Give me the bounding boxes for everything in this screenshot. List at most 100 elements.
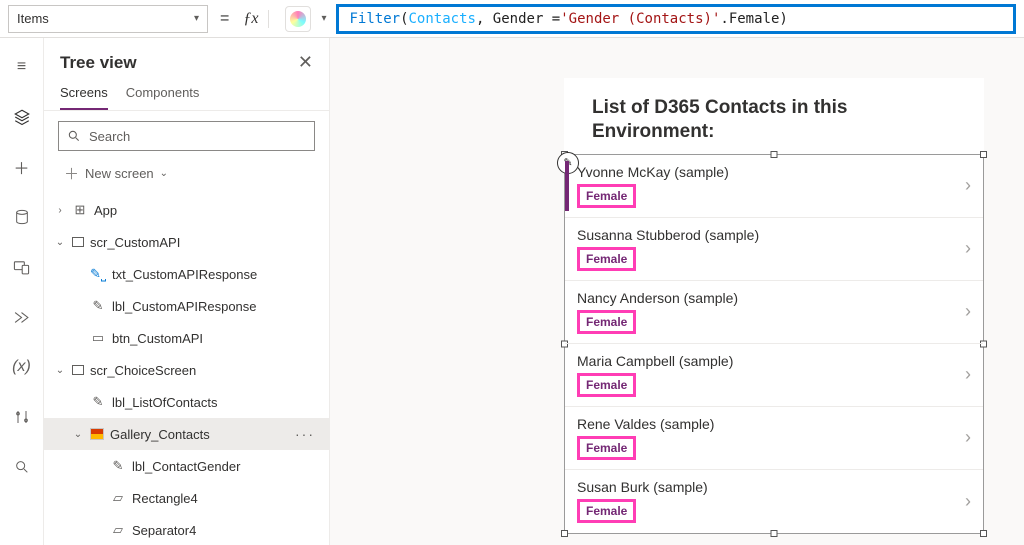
formula-arg1: Contacts bbox=[409, 11, 476, 27]
rail-advanced-tools[interactable] bbox=[0, 396, 44, 438]
selection-indicator-bar bbox=[565, 161, 569, 211]
rail-data[interactable] bbox=[0, 196, 44, 238]
label-icon: ✎ bbox=[90, 298, 106, 314]
chevron-down-icon: ⌄ bbox=[54, 237, 66, 248]
gallery-item[interactable]: Maria Campbell (sample) Female › bbox=[565, 344, 983, 407]
tree-label: Separator4 bbox=[132, 523, 196, 538]
search-placeholder: Search bbox=[89, 129, 130, 144]
gallery-item[interactable]: Rene Valdes (sample) Female › bbox=[565, 407, 983, 470]
chevron-down-icon: ⌄ bbox=[160, 168, 168, 179]
formula-string: 'Gender (Contacts)' bbox=[560, 11, 720, 27]
chevron-down-icon[interactable]: ▾ bbox=[321, 13, 326, 24]
gallery-contacts[interactable]: ✎ Yvonne McKay (sample) Female › Susanna… bbox=[564, 154, 984, 534]
tab-screens[interactable]: Screens bbox=[60, 85, 108, 110]
contact-name: Rene Valdes (sample) bbox=[577, 416, 965, 432]
gallery-item[interactable]: Susanna Stubberod (sample) Female › bbox=[565, 218, 983, 281]
chevron-right-icon: › bbox=[965, 238, 971, 259]
new-screen-button[interactable]: ＋ New screen ⌄ bbox=[44, 159, 329, 194]
label-icon: ✎ bbox=[110, 458, 126, 474]
gallery-item[interactable]: Yvonne McKay (sample) Female › bbox=[565, 155, 983, 218]
property-selector[interactable]: Items ▾ bbox=[8, 5, 208, 33]
textinput-icon: ✎⎵ bbox=[90, 266, 106, 282]
fx-icon[interactable]: ƒx bbox=[243, 10, 269, 28]
tree-label: Gallery_Contacts bbox=[110, 427, 210, 442]
contact-name: Susan Burk (sample) bbox=[577, 479, 965, 495]
tree-node-gallery-contacts[interactable]: ⌄ Gallery_Contacts ··· bbox=[44, 418, 329, 450]
separator-icon: ▱ bbox=[110, 522, 126, 538]
plus-icon: ＋ bbox=[64, 163, 79, 184]
app-preview: List of D365 Contacts in this Environmen… bbox=[564, 78, 984, 534]
rail-tree-view[interactable] bbox=[0, 96, 44, 138]
tab-components[interactable]: Components bbox=[126, 85, 200, 110]
tree-label: lbl_ListOfContacts bbox=[112, 395, 218, 410]
gallery-item[interactable]: Susan Burk (sample) Female › bbox=[565, 470, 983, 533]
equals-sign: = bbox=[220, 10, 229, 28]
contact-gender: Female bbox=[577, 499, 636, 523]
search-icon bbox=[14, 459, 30, 475]
chevron-right-icon: › bbox=[54, 205, 66, 216]
chevron-down-icon: ⌄ bbox=[54, 365, 66, 376]
tree-node-scr-customapi[interactable]: ⌄ scr_CustomAPI bbox=[44, 226, 329, 258]
tree-node-lbl-customapiresponse[interactable]: ✎ lbl_CustomAPIResponse bbox=[44, 290, 329, 322]
tree-label: App bbox=[94, 203, 117, 218]
rail-hamburger[interactable]: ≡ bbox=[0, 46, 44, 88]
tree-label: scr_CustomAPI bbox=[90, 235, 180, 250]
database-icon bbox=[14, 209, 30, 225]
formula-mid: , Gender = bbox=[476, 11, 560, 27]
tree-view-panel: Tree view ✕ Screens Components Search ＋ … bbox=[44, 38, 330, 545]
chevron-right-icon: › bbox=[965, 175, 971, 196]
canvas-area[interactable]: List of D365 Contacts in this Environmen… bbox=[330, 38, 1024, 545]
gallery-icon bbox=[90, 428, 104, 440]
rail-variables[interactable]: (x) bbox=[0, 346, 44, 388]
rectangle-icon: ▱ bbox=[110, 490, 126, 506]
flow-icon bbox=[13, 309, 30, 326]
formula-fn: Filter bbox=[349, 11, 400, 27]
rail-insert[interactable]: ＋ bbox=[0, 146, 44, 188]
chevron-right-icon: › bbox=[965, 364, 971, 385]
contact-name: Maria Campbell (sample) bbox=[577, 353, 965, 369]
rail-search[interactable] bbox=[0, 446, 44, 488]
search-icon bbox=[67, 129, 81, 143]
gallery-item[interactable]: Nancy Anderson (sample) Female › bbox=[565, 281, 983, 344]
tree-label: btn_CustomAPI bbox=[112, 331, 203, 346]
more-icon[interactable]: ··· bbox=[295, 426, 315, 442]
rail-media[interactable] bbox=[0, 246, 44, 288]
formula-bar: Items ▾ = ƒx ▾ Filter(Contacts, Gender =… bbox=[0, 0, 1024, 38]
tree-view-title: Tree view bbox=[60, 53, 137, 73]
button-icon: ▭ bbox=[90, 330, 106, 346]
chevron-right-icon: › bbox=[965, 427, 971, 448]
chevron-down-icon: ⌄ bbox=[72, 429, 84, 440]
contact-name: Susanna Stubberod (sample) bbox=[577, 227, 965, 243]
formula-input[interactable]: Filter(Contacts, Gender = 'Gender (Conta… bbox=[336, 4, 1016, 34]
copilot-icon bbox=[290, 11, 306, 27]
formula-tail: .Female) bbox=[720, 11, 787, 27]
tree-node-lbl-listofcontacts[interactable]: ✎ lbl_ListOfContacts bbox=[44, 386, 329, 418]
tree-node-txt-customapiresponse[interactable]: ✎⎵ txt_CustomAPIResponse bbox=[44, 258, 329, 290]
layers-icon bbox=[13, 108, 31, 126]
contact-gender: Female bbox=[577, 310, 636, 334]
tree-node-scr-choicescreen[interactable]: ⌄ scr_ChoiceScreen bbox=[44, 354, 329, 386]
devices-icon bbox=[13, 259, 30, 276]
tree-label: lbl_ContactGender bbox=[132, 459, 240, 474]
tree-node-rectangle4[interactable]: ▱ Rectangle4 bbox=[44, 482, 329, 514]
contact-gender: Female bbox=[577, 373, 636, 397]
page-title: List of D365 Contacts in this Environmen… bbox=[564, 78, 984, 154]
new-screen-label: New screen bbox=[85, 166, 154, 181]
copilot-button[interactable] bbox=[285, 6, 311, 32]
tree-node-lbl-contactgender[interactable]: ✎ lbl_ContactGender bbox=[44, 450, 329, 482]
contact-name: Nancy Anderson (sample) bbox=[577, 290, 965, 306]
property-selector-value: Items bbox=[17, 11, 49, 26]
rail-power-automate[interactable] bbox=[0, 296, 44, 338]
search-input[interactable]: Search bbox=[58, 121, 315, 151]
tree-label: lbl_CustomAPIResponse bbox=[112, 299, 257, 314]
contact-gender: Female bbox=[577, 436, 636, 460]
tree-node-app[interactable]: › ⊞ App bbox=[44, 194, 329, 226]
tree-node-btn-customapi[interactable]: ▭ btn_CustomAPI bbox=[44, 322, 329, 354]
left-rail: ≡ ＋ (x) bbox=[0, 38, 44, 545]
screen-icon bbox=[72, 237, 84, 247]
chevron-right-icon: › bbox=[965, 301, 971, 322]
chevron-right-icon: › bbox=[965, 491, 971, 512]
close-icon[interactable]: ✕ bbox=[298, 52, 313, 73]
tree-label: Rectangle4 bbox=[132, 491, 198, 506]
tree-node-separator4[interactable]: ▱ Separator4 bbox=[44, 514, 329, 545]
